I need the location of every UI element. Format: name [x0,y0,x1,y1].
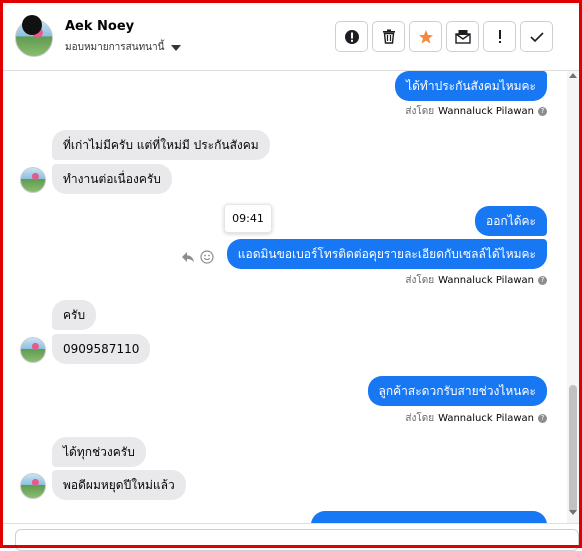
scrollbar-thumb[interactable] [569,385,577,513]
scroll-up-icon[interactable] [569,73,577,78]
help-icon[interactable]: ? [538,414,547,423]
help-icon[interactable]: ? [538,276,547,285]
mark-done-button[interactable] [520,21,553,52]
message-bubble-outgoing[interactable]: ได้ทำประกันสังคมไหมคะ [395,71,547,101]
timestamp-tooltip: 09:41 [224,204,272,233]
mark-unread-button[interactable] [446,21,479,52]
message-bubble-outgoing[interactable]: แอดมินขอเบอร์โทรติดต่อคุยรายละเอียดกับเซ… [226,239,547,269]
assign-label: มอบหมายการสนทนานี้ [65,42,165,53]
message-bubble-incoming[interactable]: ที่เก่าไม่มีครับ แต่ที่ใหม่มี ประกันสังค… [52,130,270,160]
contact-name[interactable]: Aek Noey [65,19,134,34]
contact-avatar-small [20,473,46,499]
message-thread[interactable]: ได้ทำประกันสังคมไหมคะ ส่งโดย Wannaluck P… [3,71,567,523]
message-bubble-incoming[interactable]: ทำงานต่อเนื่องครับ [52,164,172,194]
help-icon[interactable]: ? [538,107,547,116]
message-bubble-outgoing[interactable] [311,511,547,523]
chevron-down-icon [171,44,182,51]
message-bubble-incoming[interactable]: ครับ [52,300,97,330]
message-bubble-incoming[interactable]: ได้ทุกช่วงครับ [52,437,146,467]
mail-icon [454,30,471,44]
sent-by-label: ส่งโดย Wannaluck Pilawan ? [405,411,547,426]
trash-icon [382,29,395,44]
scroll-down-icon[interactable] [569,510,577,515]
action-toolbar [335,21,553,52]
check-icon [529,31,544,42]
exclamation-icon [498,29,501,43]
sent-by-label: ส่งโดย Wannaluck Pilawan ? [405,273,547,288]
assign-conversation-dropdown[interactable]: มอบหมายการสนทนานี้ [65,40,182,55]
reply-icon[interactable] [181,251,195,263]
message-bubble-incoming[interactable]: 0909587110 [52,334,151,364]
delete-button[interactable] [372,21,405,52]
message-bubble-incoming[interactable]: พอดีผมหยุดปีใหม่แล้ว [52,470,186,500]
alert-circle-icon [344,29,359,44]
conversation-header: Aek Noey มอบหมายการสนทนานี้ [3,3,579,71]
message-bubble-outgoing[interactable]: ลูกค้าสะดวกรับสายช่วงไหนคะ [367,376,547,406]
contact-avatar-small [20,337,46,363]
star-button[interactable] [409,21,442,52]
mark-spam-button[interactable] [335,21,368,52]
react-emoji-icon[interactable] [200,250,214,264]
contact-avatar-small [20,167,46,193]
message-bubble-outgoing[interactable]: ออกได้คะ [475,206,547,236]
composer-avatar-icon [22,15,42,35]
star-icon [418,29,433,43]
message-composer [3,523,579,551]
follow-up-button[interactable] [483,21,516,52]
sent-by-label: ส่งโดย Wannaluck Pilawan ? [405,104,547,119]
